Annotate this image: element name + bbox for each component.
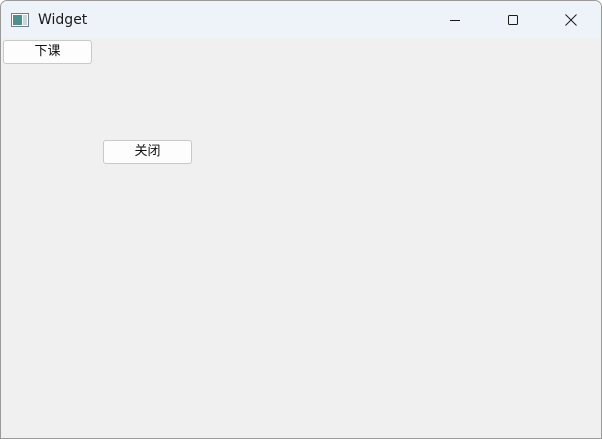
app-window: Widget 下课 关闭 (0, 0, 602, 439)
maximize-button[interactable] (484, 1, 542, 38)
minimize-button[interactable] (426, 1, 484, 38)
window-icon (11, 12, 29, 27)
minimize-icon (449, 14, 461, 26)
client-area: 下课 关闭 (1, 38, 601, 438)
close-button[interactable]: 关闭 (103, 140, 192, 164)
dismiss-class-button[interactable]: 下课 (3, 40, 92, 64)
window-title: Widget (38, 12, 88, 28)
close-window-button[interactable] (542, 1, 600, 38)
title-bar[interactable]: Widget (1, 1, 601, 38)
maximize-icon (507, 14, 519, 26)
close-icon (564, 13, 578, 27)
